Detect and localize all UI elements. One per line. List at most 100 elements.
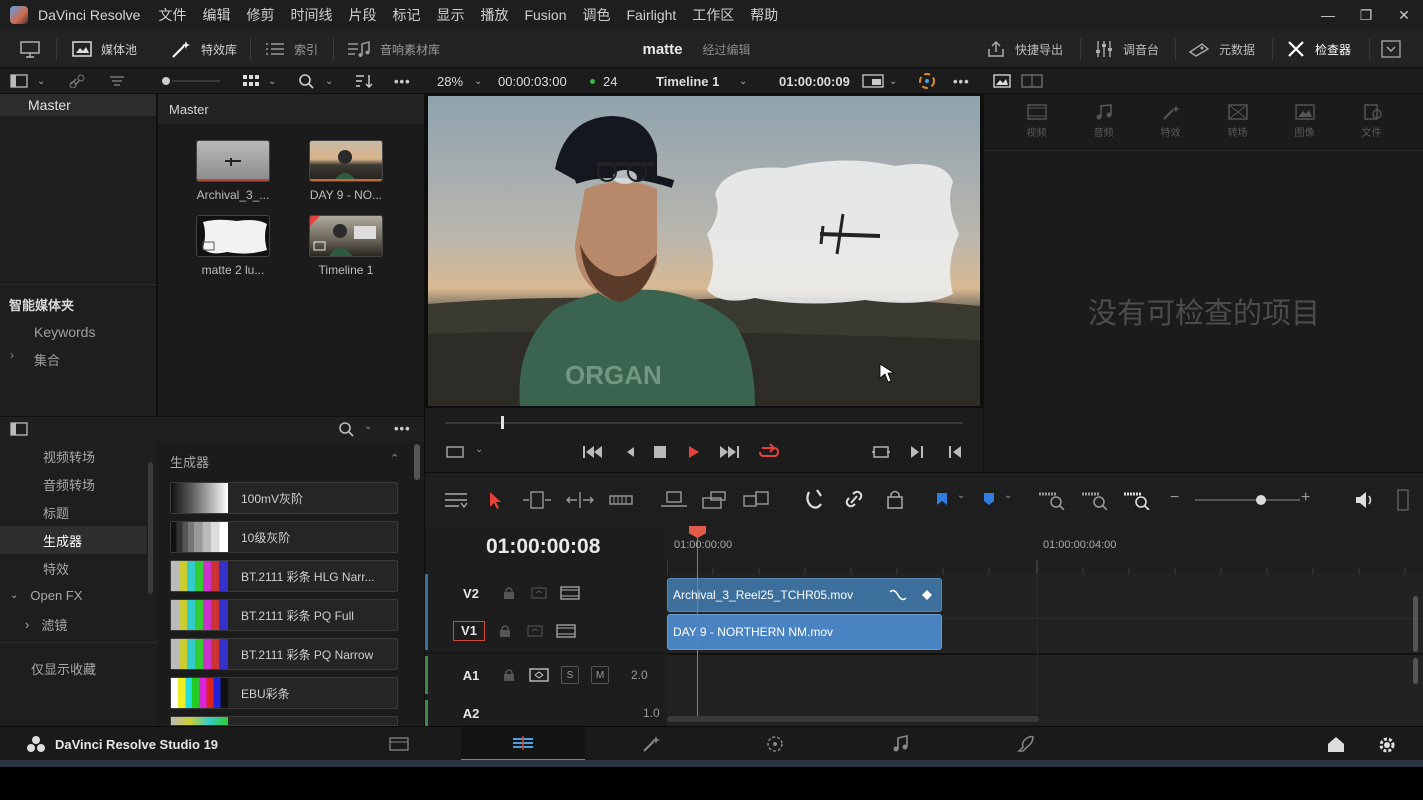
- audio-meter-icon[interactable]: [1396, 489, 1410, 511]
- video-track-icon[interactable]: [556, 624, 576, 638]
- sort-icon[interactable]: [354, 68, 374, 94]
- tab-file[interactable]: 文件: [1338, 94, 1405, 150]
- clip-timeline1[interactable]: Timeline 1: [309, 215, 383, 277]
- video-frame[interactable]: ORGAN: [425, 94, 983, 408]
- skip-forward-icon[interactable]: [718, 444, 740, 460]
- prev-edit-icon[interactable]: [947, 444, 963, 460]
- lock-icon[interactable]: [503, 586, 515, 600]
- menu-fusion[interactable]: Fusion: [524, 7, 566, 23]
- menu-edit[interactable]: 编辑: [202, 5, 230, 25]
- link-clips-icon[interactable]: [843, 489, 865, 509]
- solo-button[interactable]: S: [561, 666, 579, 684]
- more-options-icon[interactable]: •••: [394, 68, 411, 94]
- generator-item[interactable]: 100mV灰阶: [170, 482, 398, 514]
- category-effects[interactable]: 特效: [0, 554, 147, 582]
- clip-matte[interactable]: matte 2 lu...: [196, 215, 270, 277]
- selection-tool-icon[interactable]: [487, 490, 503, 510]
- match-frame-icon[interactable]: [871, 444, 891, 460]
- timeline-ruler[interactable]: 01:00:00:00 01:00:00:04:00: [667, 526, 1423, 574]
- next-edit-icon[interactable]: [909, 444, 925, 460]
- video-track-icon[interactable]: [560, 586, 580, 600]
- volume-icon[interactable]: [1354, 490, 1376, 510]
- crop-icon[interactable]: [445, 444, 465, 460]
- mute-button[interactable]: M: [591, 666, 609, 684]
- auto-select-icon[interactable]: [527, 625, 543, 637]
- zoom-detail-icon[interactable]: [1080, 490, 1110, 510]
- zoom-level[interactable]: 28%: [437, 68, 463, 94]
- generator-item[interactable]: BT.2111 彩条 PQ Narrow: [170, 638, 398, 670]
- snapping-icon[interactable]: [803, 488, 825, 510]
- chevron-down-icon[interactable]: ⌄: [957, 490, 965, 501]
- page-color[interactable]: [713, 727, 837, 761]
- smart-bin-collection[interactable]: 集合: [34, 350, 60, 369]
- play-icon[interactable]: [687, 444, 701, 460]
- index-button[interactable]: 索引: [265, 30, 318, 68]
- split-view-icon[interactable]: [1021, 68, 1043, 94]
- vertical-scrollbar[interactable]: [1413, 596, 1418, 652]
- sound-library-button[interactable]: 音响素材库: [347, 30, 440, 68]
- workspace-icon[interactable]: [20, 30, 49, 68]
- clip-v2-archival[interactable]: Archival_3_Reel25_TCHR05.mov: [667, 578, 942, 612]
- category-titles[interactable]: 标题: [0, 498, 147, 526]
- menu-trim[interactable]: 修剪: [246, 5, 274, 25]
- tab-audio[interactable]: 音频: [1070, 94, 1137, 150]
- chevron-up-icon[interactable]: ⌃: [390, 452, 399, 465]
- search-icon[interactable]: [298, 68, 314, 94]
- viewer-mode-icon[interactable]: [862, 68, 884, 94]
- lock-icon[interactable]: [499, 624, 511, 638]
- jog-bar[interactable]: [445, 422, 963, 424]
- chevron-right-icon[interactable]: ›: [10, 348, 14, 362]
- favorites-only-toggle[interactable]: 仅显示收藏: [0, 654, 147, 682]
- generator-item[interactable]: BT.2111 彩条 HLG Narr...: [170, 560, 398, 592]
- color-wheel-icon[interactable]: [918, 68, 936, 94]
- scrollbar[interactable]: [148, 462, 153, 594]
- panel-toggle-icon[interactable]: [10, 422, 28, 436]
- chevron-down-icon[interactable]: ⌄: [364, 421, 372, 432]
- thumbnail-size-slider[interactable]: [160, 68, 222, 94]
- minimize-icon[interactable]: —: [1309, 0, 1347, 30]
- more-options-icon[interactable]: •••: [953, 68, 970, 94]
- bin-master[interactable]: Master: [0, 94, 156, 116]
- zoom-custom-icon[interactable]: [1122, 490, 1152, 510]
- page-media[interactable]: [337, 727, 461, 761]
- chevron-down-icon[interactable]: ⌄: [474, 68, 482, 94]
- chevron-down-icon[interactable]: ⌄: [37, 68, 45, 94]
- zoom-slider-handle[interactable]: [1256, 495, 1266, 505]
- menu-timeline[interactable]: 时间线: [290, 5, 332, 25]
- chevron-down-icon[interactable]: ⌄: [268, 68, 276, 94]
- blade-tool-icon[interactable]: [608, 490, 634, 510]
- menu-help[interactable]: 帮助: [750, 5, 778, 25]
- clip-v1-day9[interactable]: DAY 9 - NORTHERN NM.mov: [667, 614, 942, 650]
- link-icon[interactable]: [68, 68, 86, 94]
- smart-bin-keywords[interactable]: Keywords: [34, 324, 95, 340]
- maximize-icon[interactable]: ❐: [1347, 0, 1385, 30]
- mixer-button[interactable]: 调音台: [1094, 30, 1159, 68]
- menu-playback[interactable]: 播放: [480, 5, 508, 25]
- scrollbar[interactable]: [414, 444, 420, 480]
- quick-export-button[interactable]: 快捷导出: [986, 30, 1063, 68]
- auto-select-icon[interactable]: [531, 587, 547, 599]
- category-video-transitions[interactable]: 视频转场: [0, 442, 147, 470]
- image-view-icon[interactable]: [993, 68, 1011, 94]
- timeline-selector[interactable]: Timeline 1: [656, 68, 719, 94]
- playhead[interactable]: [697, 530, 698, 720]
- generator-item[interactable]: 10级灰阶: [170, 521, 398, 553]
- chevron-down-icon[interactable]: ⌄: [475, 444, 483, 455]
- jog-handle[interactable]: [501, 416, 504, 429]
- clip-archival[interactable]: Archival_3_...: [196, 140, 270, 202]
- page-edit[interactable]: [461, 727, 585, 761]
- generator-item[interactable]: EBU彩条: [170, 677, 398, 709]
- dynamic-trim-icon[interactable]: [565, 490, 595, 510]
- timeline-options-icon[interactable]: [443, 490, 469, 510]
- auto-select-icon[interactable]: [529, 668, 549, 682]
- panel-layout-icon[interactable]: [10, 68, 28, 94]
- page-fairlight[interactable]: [838, 727, 962, 761]
- menu-workspace[interactable]: 工作区: [692, 5, 734, 25]
- category-audio-transitions[interactable]: 音频转场: [0, 470, 147, 498]
- track-name-active[interactable]: V1: [453, 621, 485, 641]
- media-pool-button[interactable]: 媒体池: [72, 30, 137, 68]
- marker-icon[interactable]: [982, 491, 996, 507]
- search-filter-icon[interactable]: [108, 68, 126, 94]
- more-options-icon[interactable]: •••: [394, 421, 411, 436]
- metadata-button[interactable]: 元数据: [1188, 30, 1255, 68]
